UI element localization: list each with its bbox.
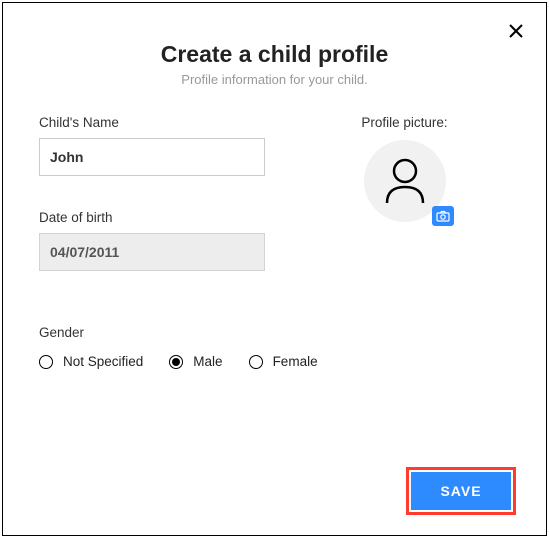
save-button-highlight: SAVE xyxy=(406,467,516,515)
dob-label: Date of birth xyxy=(39,210,299,225)
close-icon xyxy=(508,23,524,39)
radio-icon xyxy=(39,355,53,369)
dialog-title: Create a child profile xyxy=(39,41,510,68)
person-icon xyxy=(384,157,426,205)
create-child-profile-dialog: Create a child profile Profile informati… xyxy=(2,2,547,536)
close-button[interactable] xyxy=(506,21,526,41)
radio-label: Female xyxy=(273,354,318,369)
gender-radio-group: Not Specified Male Female xyxy=(39,354,510,369)
dob-input[interactable] xyxy=(39,233,265,271)
gender-radio-female[interactable]: Female xyxy=(249,354,318,369)
radio-icon xyxy=(169,355,183,369)
form-area: Child's Name Date of birth Profile pictu… xyxy=(39,115,510,369)
gender-radio-male[interactable]: Male xyxy=(169,354,222,369)
name-label: Child's Name xyxy=(39,115,299,130)
child-name-input[interactable] xyxy=(39,138,265,176)
save-button[interactable]: SAVE xyxy=(411,472,511,510)
camera-icon xyxy=(436,210,450,222)
gender-label: Gender xyxy=(39,325,510,340)
dialog-subtitle: Profile information for your child. xyxy=(39,72,510,87)
avatar-container xyxy=(364,140,446,222)
upload-photo-button[interactable] xyxy=(432,206,454,226)
gender-radio-not-specified[interactable]: Not Specified xyxy=(39,354,143,369)
radio-label: Male xyxy=(193,354,222,369)
profile-picture-label: Profile picture: xyxy=(299,115,510,130)
radio-label: Not Specified xyxy=(63,354,143,369)
radio-icon xyxy=(249,355,263,369)
